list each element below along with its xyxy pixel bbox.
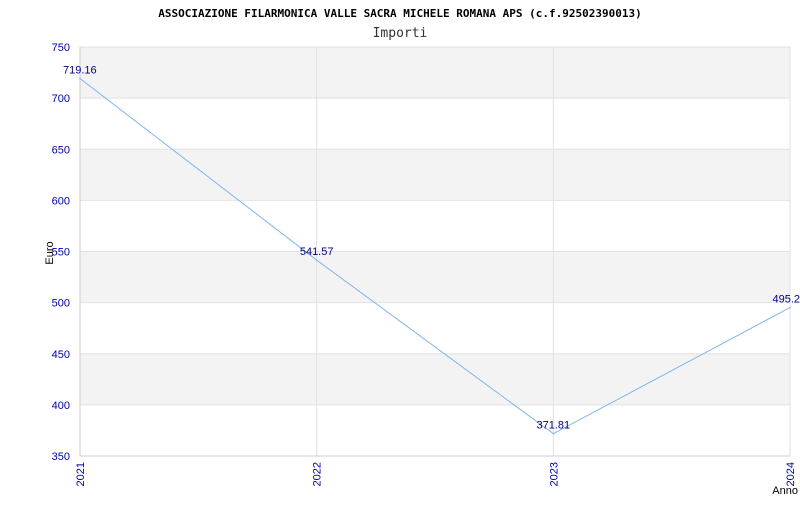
data-label: 541.57 [300, 246, 334, 258]
y-tick-label: 450 [52, 349, 70, 361]
x-axis-label: Anno [772, 485, 798, 497]
plot-band [80, 98, 790, 150]
y-tick-label: 500 [52, 298, 70, 310]
x-tick-label: 2024 [785, 462, 797, 486]
data-label: 719.16 [63, 65, 97, 77]
plot-band [80, 200, 790, 252]
y-tick-label: 700 [52, 93, 70, 105]
plot-band [80, 251, 790, 303]
plot-band [80, 302, 790, 354]
y-axis-label: Euro [44, 241, 56, 264]
chart-subtitle: Importi [373, 26, 428, 41]
y-tick-label: 400 [52, 400, 70, 412]
data-point [79, 77, 81, 80]
plot-band [80, 47, 790, 99]
x-tick-label: 2023 [548, 462, 560, 486]
data-point [315, 259, 318, 261]
line-chart: 3504004505005506006507007502021 2022 2023 2… [44, 7, 800, 497]
chart: 350 400 450 500 550 600 650 700 750 2021 2022 2023 2… [0, 0, 800, 500]
data-point [789, 306, 791, 309]
data-label: 495.2 [772, 294, 800, 306]
data-point [552, 432, 555, 435]
chart-title: ASSOCIAZIONE FILARMONICA VALLE SACRA MIC… [158, 7, 641, 20]
y-tick-label: 600 [52, 195, 70, 207]
x-tick-label: 2022 [312, 462, 324, 486]
data-label: 371.81 [537, 420, 571, 432]
y-tick-label: 650 [52, 144, 70, 156]
plot-band [80, 404, 790, 456]
x-tick-label: 2021 [75, 462, 87, 486]
y-tick-label: 750 [52, 42, 70, 54]
y-tick-label: 350 [52, 451, 70, 463]
plot-band [80, 149, 790, 201]
plot-band [80, 353, 790, 405]
